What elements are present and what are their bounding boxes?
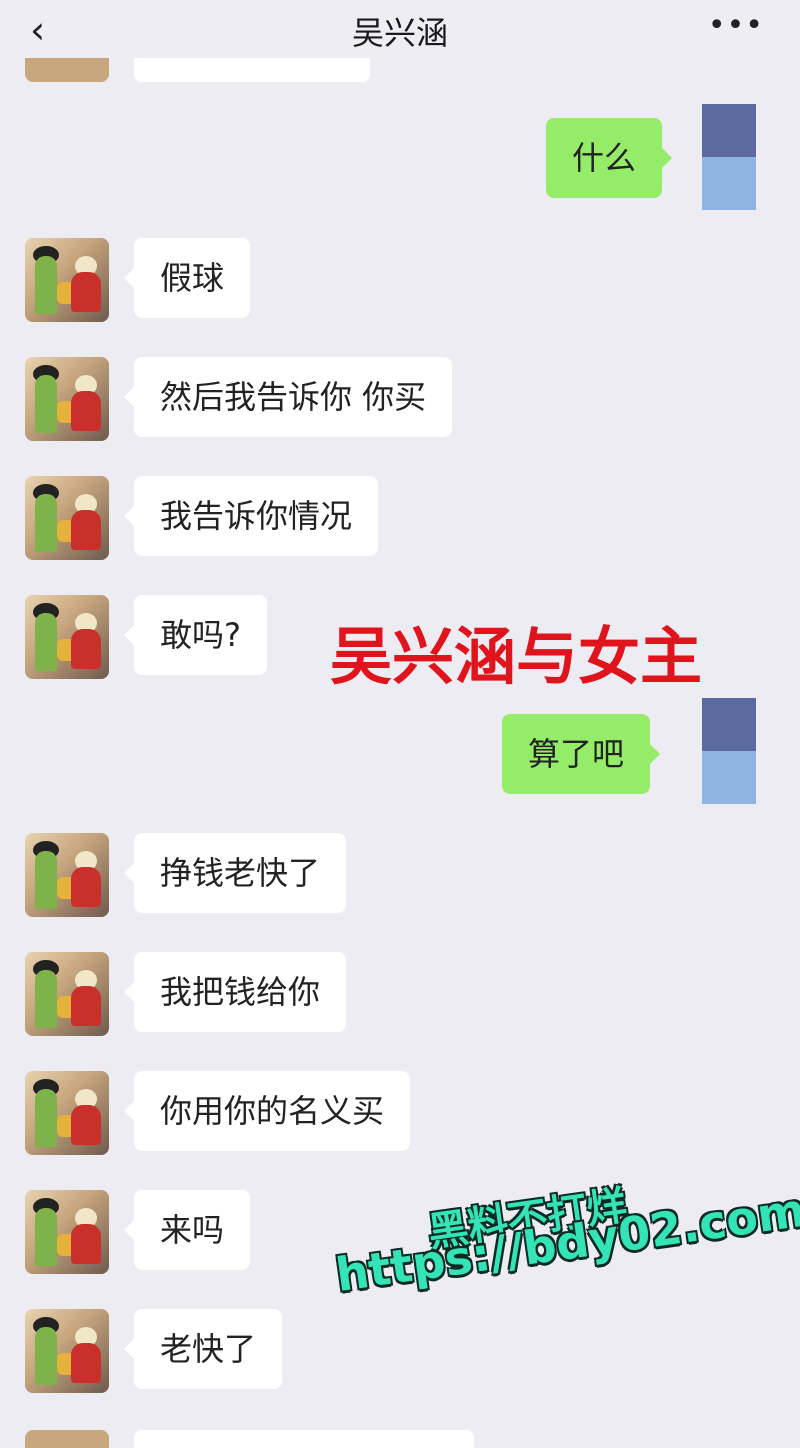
avatar[interactable]	[25, 1309, 109, 1393]
avatar[interactable]	[25, 833, 109, 917]
avatar[interactable]	[25, 476, 109, 560]
incoming-message-bubble[interactable]: 敢吗?	[124, 595, 267, 675]
message-bubble-partial	[134, 58, 370, 82]
avatar[interactable]	[25, 1071, 109, 1155]
avatar[interactable]	[25, 1430, 109, 1448]
incoming-message-bubble[interactable]: 挣钱老快了	[123, 833, 347, 913]
avatar[interactable]	[25, 238, 109, 322]
incoming-message-bubble[interactable]: 你用你的名义买	[123, 1071, 411, 1151]
avatar[interactable]	[25, 595, 109, 679]
more-dots-icon[interactable]: •••	[708, 8, 764, 43]
chat-header: ‹ 吴兴涵 •••	[0, 0, 800, 62]
self-avatar[interactable]	[702, 698, 756, 804]
overlay-caption: 吴兴涵与女主	[330, 620, 703, 693]
avatar[interactable]	[25, 1190, 109, 1274]
incoming-message-bubble[interactable]: 假球	[123, 238, 251, 318]
incoming-message-bubble[interactable]: 我把钱给你	[123, 952, 347, 1032]
avatar[interactable]	[25, 952, 109, 1036]
incoming-message-bubble[interactable]: 来吗	[123, 1190, 251, 1270]
avatar[interactable]	[25, 357, 109, 441]
avatar[interactable]	[25, 58, 109, 82]
message-bubble-partial	[134, 1430, 474, 1448]
incoming-message-bubble[interactable]: 然后我告诉你 你买	[123, 357, 453, 437]
outgoing-message-bubble[interactable]: 什么	[546, 118, 673, 198]
outgoing-message-bubble[interactable]: 算了吧	[502, 714, 661, 794]
chat-title: 吴兴涵	[351, 14, 448, 52]
incoming-message-bubble[interactable]: 我告诉你情况	[123, 476, 379, 556]
self-avatar[interactable]	[702, 104, 756, 210]
incoming-message-bubble[interactable]: 老快了	[123, 1309, 283, 1389]
